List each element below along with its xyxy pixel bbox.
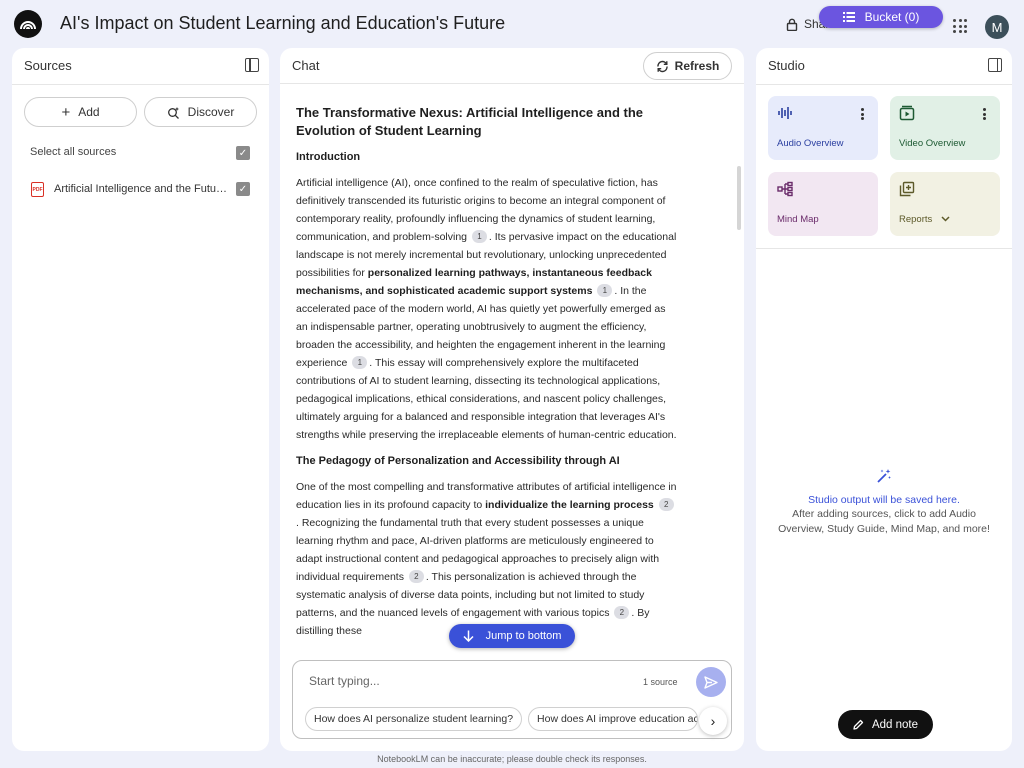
section-heading: Introduction <box>296 151 361 163</box>
source-actions: + Add Discover <box>24 97 257 127</box>
magic-wand-icon <box>877 469 891 483</box>
chat-title: Chat <box>292 58 320 73</box>
citation-badge[interactable]: 2 <box>614 606 630 619</box>
citation-badge[interactable]: 1 <box>471 230 487 243</box>
more-options-icon[interactable] <box>982 108 986 120</box>
sources-panel: Sources + Add Discover Select all source… <box>12 48 269 751</box>
suggestion-chips: How does AI personalize student learning… <box>305 707 709 731</box>
video-overview-tile[interactable]: Video Overview <box>890 96 1000 160</box>
audio-wave-icon <box>778 107 792 119</box>
sources-header: Sources <box>12 48 269 85</box>
citation-badge[interactable]: 1 <box>597 284 613 297</box>
source-checkbox[interactable]: ✓ <box>236 182 250 196</box>
chevron-down-icon[interactable] <box>941 214 950 225</box>
empty-state-subtitle: After adding sources, click to add Audio… <box>778 508 990 535</box>
studio-title: Studio <box>768 58 805 73</box>
send-button[interactable] <box>696 667 726 697</box>
chat-input[interactable] <box>309 671 629 691</box>
mind-map-tile[interactable]: Mind Map <box>768 172 878 236</box>
discover-label: Discover <box>187 105 235 119</box>
studio-header: Studio <box>756 48 1012 85</box>
mind-map-icon <box>777 181 793 197</box>
select-all-checkbox[interactable]: ✓ <box>236 146 250 160</box>
discover-button[interactable]: Discover <box>144 97 257 127</box>
video-icon <box>899 105 915 121</box>
collapse-studio-icon[interactable] <box>988 58 1002 72</box>
tile-label: Mind Map <box>777 214 819 225</box>
citation-badge[interactable]: 2 <box>408 570 424 583</box>
plus-icon: + <box>61 103 71 121</box>
sources-title: Sources <box>24 58 72 73</box>
collapse-sources-icon[interactable] <box>245 58 259 72</box>
source-name: Artificial Intelligence and the Future o… <box>54 183 230 195</box>
studio-tiles: Audio Overview Video Overview Mind Map R… <box>768 96 1000 236</box>
chat-header: Chat Refresh <box>280 48 744 84</box>
chat-scrollbar[interactable] <box>737 166 741 230</box>
bucket-button[interactable]: Bucket (0) <box>819 6 943 28</box>
select-all-label: Select all sources <box>30 146 117 158</box>
sparkle-search-icon <box>167 106 179 119</box>
source-item[interactable]: PDF Artificial Intelligence and the Futu… <box>30 182 250 198</box>
reports-icon <box>899 181 915 197</box>
suggestion-chip[interactable]: How does AI improve education accessibil… <box>528 707 699 731</box>
notebook-title[interactable]: AI's Impact on Student Learning and Educ… <box>60 13 505 34</box>
lock-icon <box>786 18 798 31</box>
section-heading: The Pedagogy of Personalization and Acce… <box>296 455 620 467</box>
response-paragraph: One of the most compelling and transform… <box>296 481 677 637</box>
add-label: Add <box>78 105 100 119</box>
add-note-label: Add note <box>871 718 919 731</box>
chat-composer: 1 source How does AI personalize student… <box>292 660 732 739</box>
reports-label: Reports <box>899 214 933 225</box>
tile-label: Video Overview <box>899 138 966 149</box>
refresh-label: Refresh <box>674 59 720 73</box>
avatar[interactable]: M <box>985 15 1009 39</box>
more-options-icon[interactable] <box>860 108 864 120</box>
studio-divider <box>756 248 1012 249</box>
pdf-icon: PDF <box>31 182 44 197</box>
empty-state-title: Studio output will be saved here. <box>808 494 960 506</box>
suggestion-chip[interactable]: How does AI personalize student learning… <box>305 707 523 731</box>
refresh-icon <box>656 60 668 72</box>
chat-panel: Chat Refresh The Transformative Nexus: A… <box>280 48 744 751</box>
list-icon <box>842 12 855 22</box>
source-count: 1 source <box>643 677 678 687</box>
tile-label: Audio Overview <box>777 138 844 149</box>
audio-overview-tile[interactable]: Audio Overview <box>768 96 878 160</box>
jump-label: Jump to bottom <box>485 630 562 642</box>
citation-badge[interactable]: 1 <box>352 356 368 369</box>
select-all-row[interactable]: Select all sources ✓ <box>30 146 250 162</box>
reports-tile[interactable]: Reports <box>890 172 1000 236</box>
chevron-right-icon[interactable]: › <box>699 707 727 735</box>
studio-empty-state: Studio output will be saved here. After … <box>768 468 1000 537</box>
top-bar: AI's Impact on Student Learning and Educ… <box>0 0 1024 48</box>
bucket-label: Bucket (0) <box>864 10 920 24</box>
notebooklm-logo-icon[interactable] <box>14 10 42 38</box>
citation-badge[interactable]: 2 <box>658 498 674 511</box>
tile-label: Reports <box>899 214 950 225</box>
disclaimer-footer: NotebookLM can be inaccurate; please dou… <box>377 754 647 764</box>
response-paragraph: Artificial intelligence (AI), once confi… <box>296 177 677 441</box>
jump-to-bottom-button[interactable]: Jump to bottom <box>449 624 575 648</box>
arrow-down-icon <box>463 630 474 642</box>
chat-message-area[interactable]: The Transformative Nexus: Artificial Int… <box>296 104 678 661</box>
refresh-button[interactable]: Refresh <box>643 52 732 80</box>
studio-panel: Studio Audio Overview Video Overview Min… <box>756 48 1012 751</box>
add-note-button[interactable]: Add note <box>838 710 933 739</box>
pencil-icon <box>853 719 864 730</box>
response-title: The Transformative Nexus: Artificial Int… <box>296 105 643 138</box>
apps-grid-icon[interactable] <box>953 19 967 33</box>
add-source-button[interactable]: + Add <box>24 97 137 127</box>
send-icon <box>704 675 718 689</box>
